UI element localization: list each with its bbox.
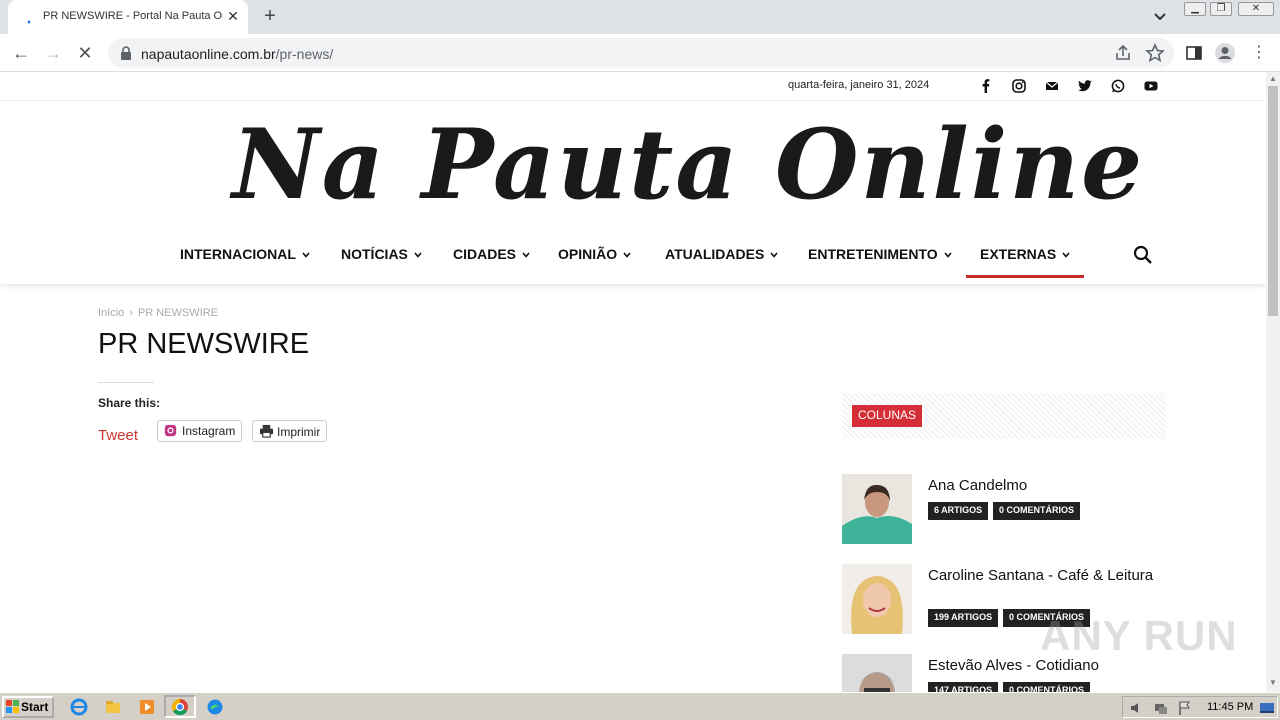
nav-item-internacional[interactable]: INTERNACIONAL [180,246,310,272]
breadcrumb-separator: › [129,307,133,319]
author-avatar[interactable] [842,474,912,544]
top-bar: quarta-feira, janeiro 31, 2024 [0,72,1266,101]
scrollbar-thumb[interactable] [1268,86,1278,316]
breadcrumb-current: PR NEWSWIRE [137,307,219,319]
author-avatar[interactable] [842,654,912,692]
minimize-icon[interactable]: ▁ [1184,2,1206,16]
whatsapp-icon[interactable] [1110,78,1126,94]
page-scrollbar[interactable]: ▲ ▼ [1266,72,1280,692]
page-title: PR NEWSWIRE [98,328,310,360]
tab-search-chevron-icon[interactable] [1150,8,1170,26]
bookmark-star-icon[interactable] [1144,42,1166,64]
author-avatar[interactable] [842,564,912,634]
breadcrumb-home-link[interactable]: Início [98,307,124,319]
url-text: napautaonline.com.br/pr-news/ [141,46,334,62]
chevron-down-icon [1062,252,1070,258]
author-name[interactable]: Caroline Santana - Café & Leitura [928,567,1158,585]
volume-icon[interactable] [1129,700,1145,716]
author-name[interactable]: Ana Candelmo [928,477,1158,495]
chevron-down-icon [522,252,530,258]
print-button[interactable]: Imprimir [252,420,328,442]
media-player-icon[interactable] [138,698,156,716]
facebook-icon[interactable] [978,78,994,94]
share-divider [98,382,154,383]
start-label: Start [21,700,49,714]
loading-favicon-icon [27,20,31,24]
scroll-down-icon[interactable]: ▼ [1269,678,1277,687]
browser-menu-icon[interactable]: ⋮ [1246,40,1272,66]
breadcrumb: Início › PR NEWSWIRE [98,307,218,319]
main-navigation: INTERNACIONAL NOTÍCIAS CIDADES OPINIÃO A… [0,232,1266,284]
print-label: Imprimir [277,425,321,439]
instagram-icon[interactable] [1011,78,1027,94]
instagram-share-button[interactable]: Instagram [157,420,243,442]
web-page: quarta-feira, janeiro 31, 2024 Na Pauta … [0,72,1266,692]
anyrun-watermark: ANY RUN [1040,612,1238,659]
network-icon[interactable] [1153,700,1169,716]
clock: 11:45 PM [1207,701,1254,713]
window-close-icon[interactable]: ✕ [1238,2,1274,16]
tab-strip: PR NEWSWIRE - Portal Na Pauta Online ✕ +… [0,0,1280,34]
author-articles-count[interactable]: 199 ARTIGOS [928,609,999,627]
windows-logo-icon [6,700,19,713]
nav-item-opiniao[interactable]: OPINIÃO [558,246,631,272]
columns-heading: COLUNAS [852,405,923,427]
restore-icon[interactable]: ❐ [1210,2,1232,16]
chevron-down-icon [623,252,631,258]
edge-icon[interactable] [206,698,224,716]
tweet-button[interactable]: Tweet [98,427,138,444]
site-logo[interactable]: Na Pauta Online [232,110,1142,220]
printer-icon [259,424,274,438]
nav-item-atualidades[interactable]: ATUALIDADES [665,246,778,272]
profile-avatar-icon[interactable] [1214,42,1236,64]
internet-explorer-icon[interactable] [70,698,88,716]
side-panel-icon[interactable] [1183,42,1205,64]
author-articles-count[interactable]: 147 ARTIGOS [928,682,999,692]
author-comments-count[interactable]: 0 COMENTÁRIOS [993,502,1081,520]
show-desktop-icon[interactable] [1259,700,1275,716]
file-explorer-icon[interactable] [104,698,122,716]
taskbar: Start 11:45 PM [0,692,1280,720]
instagram-icon [164,424,177,437]
nav-item-externas[interactable]: EXTERNAS [965,246,1085,278]
email-icon[interactable] [1044,78,1060,94]
chevron-down-icon [414,252,422,258]
nav-item-noticias[interactable]: NOTÍCIAS [341,246,422,272]
lock-icon [121,46,131,60]
address-bar[interactable]: napautaonline.com.br/pr-news/ [108,38,1174,68]
nav-item-cidades[interactable]: CIDADES [453,246,530,272]
flag-icon[interactable] [1177,700,1193,716]
forward-icon[interactable]: → [40,40,66,66]
tab-close-icon[interactable]: ✕ [224,7,242,25]
author-item[interactable]: Ana Candelmo 6 ARTIGOS 0 COMENTÁRIOS [842,474,1172,554]
share-label: Share this: [98,396,161,410]
new-tab-icon[interactable]: + [258,5,282,29]
author-articles-count[interactable]: 6 ARTIGOS [928,502,989,520]
scroll-up-icon[interactable]: ▲ [1269,74,1277,83]
nav-item-entretenimento[interactable]: ENTRETENIMENTO [808,246,952,272]
share-icon[interactable] [1112,42,1134,64]
chrome-taskbar-button[interactable] [164,695,196,718]
chevron-down-icon [944,252,952,258]
tab-title: PR NEWSWIRE - Portal Na Pauta Online [43,10,223,22]
browser-tab[interactable]: PR NEWSWIRE - Portal Na Pauta Online ✕ [8,0,248,34]
back-icon[interactable]: ← [8,40,34,66]
columns-heading-block: COLUNAS [842,393,1166,439]
instagram-share-label: Instagram [182,424,236,438]
chevron-down-icon [302,252,310,258]
start-button[interactable]: Start [2,696,54,718]
system-tray [1122,696,1278,718]
twitter-icon[interactable] [1077,78,1093,94]
chevron-down-icon [770,252,778,258]
youtube-icon[interactable] [1143,78,1159,94]
search-icon[interactable] [1132,244,1154,266]
chrome-icon [171,698,188,716]
browser-toolbar: ← → ✕ napautaonline.com.br/pr-news/ ⋮ [0,34,1280,72]
author-comments-count[interactable]: 0 COMENTÁRIOS [1003,682,1091,692]
current-date: quarta-feira, janeiro 31, 2024 [788,79,930,91]
stop-loading-icon[interactable]: ✕ [72,40,98,66]
